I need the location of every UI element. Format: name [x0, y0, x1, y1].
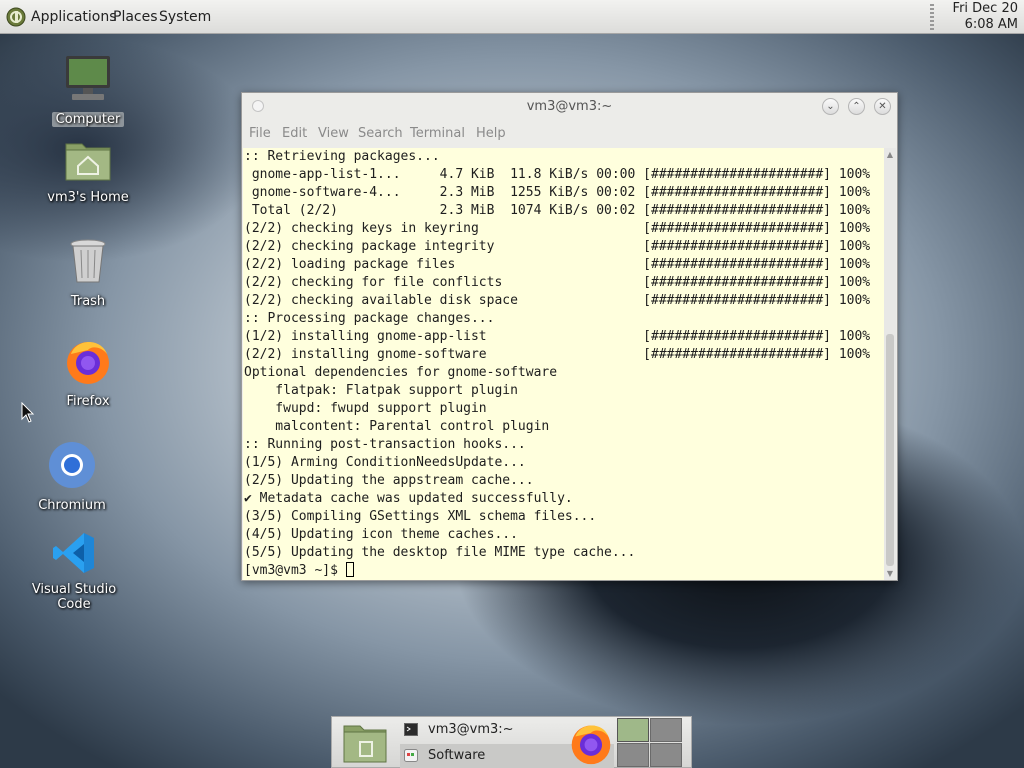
menu-search[interactable]: Search	[358, 126, 403, 141]
system-menu[interactable]: System	[159, 9, 211, 25]
desktop-icon-trash[interactable]: Trash	[38, 238, 138, 309]
minimize-button[interactable]: ⌄	[822, 98, 839, 115]
terminal-line: flatpak: Flatpak support plugin	[244, 383, 518, 398]
terminal-line: gnome-app-list-1... 4.7 KiB 11.8 KiB/s 0…	[244, 167, 871, 182]
terminal-line: Optional dependencies for gnome-software	[244, 365, 558, 380]
top-panel: Applications Places System Fri Dec 20 6:…	[0, 0, 1024, 34]
terminal-line: :: Retrieving packages...	[244, 149, 440, 164]
places-menu[interactable]: Places	[113, 9, 158, 25]
terminal-line: fwupd: fwupd support plugin	[244, 401, 487, 416]
trash-icon	[70, 239, 106, 283]
vertical-scrollbar[interactable]: ▲ ▼	[884, 148, 896, 580]
terminal-prompt: [vm3@vm3 ~]$	[244, 563, 346, 578]
desktop-icon-label: Computer	[51, 112, 125, 127]
scrollbar-thumb[interactable]	[886, 334, 894, 566]
software-icon	[404, 749, 418, 762]
desktop-icon-home[interactable]: vm3's Home	[38, 136, 138, 205]
terminal-line: (2/2) checking available disk space [###…	[244, 293, 871, 308]
taskbar-item-label: Software	[428, 748, 486, 763]
terminal-line: Total (2/2) 2.3 MiB 1074 KiB/s 00:02 [##…	[244, 203, 871, 218]
terminal-line: (1/2) installing gnome-app-list [#######…	[244, 329, 871, 344]
terminal-window[interactable]: vm3@vm3:~ ⌄ ⌃ ✕ File Edit View Search Te…	[241, 92, 898, 581]
scroll-down-icon[interactable]: ▼	[885, 569, 895, 578]
menu-view[interactable]: View	[318, 126, 349, 141]
terminal-prompt-line[interactable]: [vm3@vm3 ~]$	[243, 562, 885, 580]
desktop-icon-computer[interactable]: Computer	[38, 54, 138, 127]
desktop-icon-chromium[interactable]: Chromium	[22, 440, 122, 513]
close-button[interactable]: ✕	[874, 98, 891, 115]
home-folder-icon	[65, 143, 111, 181]
clock-time: 6:08 AM	[964, 17, 1018, 32]
terminal-output[interactable]: :: Retrieving packages... gnome-app-list…	[243, 148, 885, 580]
menu-terminal[interactable]: Terminal	[410, 126, 465, 141]
terminal-line: ✔ Metadata cache was updated successfull…	[244, 491, 573, 506]
terminal-line: (4/5) Updating icon theme caches...	[244, 527, 518, 542]
terminal-menubar: File Edit View Search Terminal Help	[242, 123, 897, 145]
scroll-up-icon[interactable]: ▲	[885, 150, 895, 159]
mouse-pointer-icon	[21, 402, 35, 423]
bottom-panel: vm3@vm3:~ Software	[331, 716, 692, 768]
chromium-icon	[49, 442, 95, 488]
text-cursor	[345, 562, 354, 577]
terminal-line: (2/2) installing gnome-software [#######…	[244, 347, 871, 362]
desktop-icon-label: Visual Studio Code	[31, 582, 117, 612]
terminal-line: :: Running post-transaction hooks...	[244, 437, 526, 452]
clock[interactable]: Fri Dec 20 6:08 AM	[953, 1, 1018, 33]
menu-edit[interactable]: Edit	[282, 126, 307, 141]
panel-grip	[930, 4, 934, 30]
workspace-2[interactable]	[650, 718, 682, 742]
terminal-line: malcontent: Parental control plugin	[244, 419, 550, 434]
desktop-icon-label: Trash	[70, 294, 106, 309]
applications-menu[interactable]: Applications	[31, 9, 117, 25]
menu-help[interactable]: Help	[476, 126, 506, 141]
terminal-line: (5/5) Updating the desktop file MIME typ…	[244, 545, 636, 560]
desktop-icon-label: Firefox	[66, 394, 110, 409]
computer-icon	[66, 56, 110, 100]
file-manager-icon[interactable]	[342, 720, 388, 764]
terminal-line: (3/5) Compiling GSettings XML schema fil…	[244, 509, 597, 524]
terminal-line: (1/5) Arming ConditionNeedsUpdate...	[244, 455, 526, 470]
vscode-icon	[53, 533, 94, 573]
terminal-line: (2/2) checking keys in keyring [########…	[244, 221, 871, 236]
desktop-icon-firefox[interactable]: Firefox	[38, 336, 138, 409]
terminal-line: (2/2) loading package files [###########…	[244, 257, 871, 272]
firefox-icon[interactable]	[568, 720, 614, 766]
firefox-icon	[67, 342, 109, 384]
clock-date: Fri Dec 20	[952, 1, 1018, 16]
terminal-line: gnome-software-4... 2.3 MiB 1255 KiB/s 0…	[244, 185, 871, 200]
terminal-icon	[404, 723, 418, 736]
terminal-line: (2/5) Updating the appstream cache...	[244, 473, 534, 488]
workspace-4[interactable]	[650, 743, 682, 767]
desktop-icon-label: Chromium	[38, 498, 106, 513]
mate-logo-icon[interactable]	[6, 7, 26, 27]
terminal-line: :: Processing package changes...	[244, 311, 495, 326]
workspace-1[interactable]	[617, 718, 649, 742]
terminal-line: (2/2) checking package integrity [######…	[244, 239, 871, 254]
window-title: vm3@vm3:~	[526, 99, 613, 114]
desktop-icon-vscode[interactable]: Visual Studio Code	[24, 530, 124, 612]
terminal-line: (2/2) checking for file conflicts [#####…	[244, 275, 871, 290]
workspace-3[interactable]	[617, 743, 649, 767]
desktop-icon-label: vm3's Home	[47, 190, 129, 205]
taskbar-item-label: vm3@vm3:~	[428, 722, 514, 737]
menu-file[interactable]: File	[249, 126, 271, 141]
maximize-button[interactable]: ⌃	[848, 98, 865, 115]
